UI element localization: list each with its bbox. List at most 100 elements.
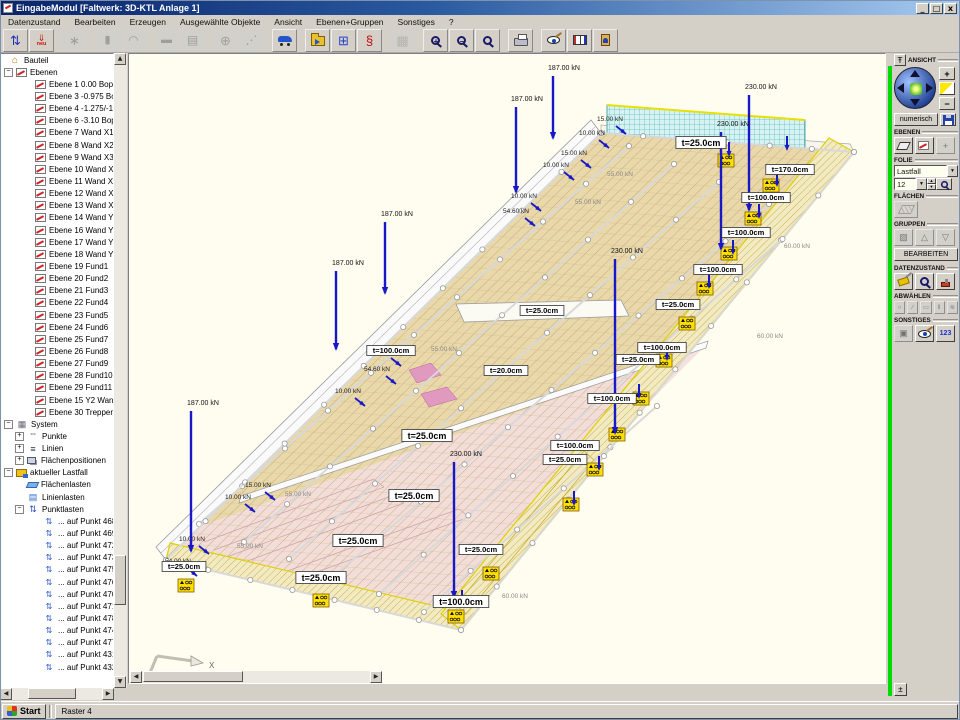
zoom-plus-button[interactable]: +	[939, 67, 955, 80]
tree-item-bauteil[interactable]: ⌂Bauteil	[1, 54, 113, 66]
canvas-scroll-right-icon[interactable]: ▶	[370, 671, 382, 683]
tree-item-ebene-9-wand-x3[interactable]: Ebene 9 Wand X3	[1, 151, 113, 163]
stuetze-button[interactable]: ▮	[95, 29, 120, 52]
expand-toggle-icon[interactable]: −	[4, 468, 13, 477]
rotate-up-icon[interactable]	[910, 70, 920, 77]
close-button[interactable]: x	[944, 3, 957, 14]
expand-toggle-icon[interactable]: +	[15, 444, 24, 453]
tree-item-ebene-27-fund9[interactable]: Ebene 27 Fund9	[1, 358, 113, 370]
tree-item-ebene-28-fund10[interactable]: Ebene 28 Fund10	[1, 370, 113, 382]
menu-ansicht[interactable]: Ansicht	[267, 16, 309, 28]
tree-item-auf-punkt-469[interactable]: ⇅... auf Punkt 469	[1, 527, 113, 539]
menu-ebenen-gruppen[interactable]: Ebenen+Gruppen	[309, 16, 390, 28]
tree-item-ebene-24-fund6[interactable]: Ebene 24 Fund6	[1, 321, 113, 333]
maximize-button[interactable]: □	[930, 3, 943, 14]
tree-item-auf-punkt-478[interactable]: ⇅... auf Punkt 478	[1, 612, 113, 624]
tree-item-system[interactable]: −▦System	[1, 418, 113, 430]
fahrzeug-lasten-button[interactable]	[272, 29, 297, 52]
menu-bearbeiten[interactable]: Bearbeiten	[67, 16, 122, 28]
model-canvas[interactable]: 15.00 kN10.00 kN55.00 kN15.00 kN10.00 kN…	[128, 53, 886, 684]
tree-item-auf-punkt-477[interactable]: ⇅... auf Punkt 477	[1, 637, 113, 649]
tree-item-ebene-7-wand-x1[interactable]: Ebene 7 Wand X1	[1, 127, 113, 139]
folie-number-value[interactable]: 12	[894, 178, 916, 190]
spin-down-icon[interactable]: ▼	[927, 184, 936, 190]
handbuch-button[interactable]	[567, 29, 592, 52]
expand-toggle-icon[interactable]: −	[4, 68, 13, 77]
polylinie-button[interactable]: ⋰	[239, 29, 264, 52]
tree-item-linien[interactable]: +≡Linien	[1, 443, 113, 455]
panel-collapse-button[interactable]: ±	[894, 683, 907, 696]
bogen-button[interactable]: ◠	[121, 29, 146, 52]
ansicht-neuzeichnen-button[interactable]	[541, 29, 566, 52]
pruefen-button[interactable]	[915, 273, 934, 290]
expand-toggle-icon[interactable]: +	[15, 456, 24, 465]
tree-item-flächenlasten[interactable]: Flächenlasten	[1, 479, 113, 491]
tree-item-auf-punkt-475[interactable]: ⇅... auf Punkt 475	[1, 564, 113, 576]
ebene-crosshair-button[interactable]: +	[936, 137, 955, 154]
scroll-down-icon[interactable]: ▼	[114, 676, 126, 688]
raster-button[interactable]: ▦	[390, 29, 415, 52]
abwahl-flaeche-button[interactable]: ▭	[920, 301, 931, 314]
chevron-down-icon[interactable]: ▼	[947, 165, 958, 177]
save-view-button[interactable]	[940, 113, 956, 126]
verschieben-button[interactable]: ⊕	[213, 29, 238, 52]
scroll-right-icon[interactable]: ▶	[102, 688, 114, 700]
scroll-up-icon[interactable]: ▲	[114, 53, 126, 65]
tree-item-ebene-20-fund2[interactable]: Ebene 20 Fund2	[1, 273, 113, 285]
tree-item-auf-punkt-472[interactable]: ⇅... auf Punkt 472	[1, 540, 113, 552]
bemassung-button[interactable]: ⊞	[331, 29, 356, 52]
tree-item-ebene-11-wand-x5[interactable]: Ebene 11 Wand X5	[1, 175, 113, 187]
tree-item-auf-punkt-468[interactable]: ⇅... auf Punkt 468	[1, 515, 113, 527]
canvas-horizontal-scrollbar[interactable]: ◀ ▶	[130, 671, 382, 683]
view-rotation-pad[interactable]	[894, 67, 936, 109]
zoom-minus-button[interactable]: −	[939, 97, 955, 110]
flaechen-button[interactable]	[894, 201, 918, 218]
tree-item-ebene-26-fund8[interactable]: Ebene 26 Fund8	[1, 345, 113, 357]
tree-item-ebene-30-treppenk[interactable]: Ebene 30 Treppenk	[1, 406, 113, 418]
nummern-button[interactable]: 123	[936, 325, 955, 342]
tree-hscroll-thumb[interactable]	[28, 688, 76, 699]
abwahl-linie-button[interactable]: ∕	[907, 301, 918, 314]
tree-horizontal-scrollbar[interactable]: ◀ ▶	[0, 688, 114, 700]
aufraeumen-button[interactable]	[894, 273, 913, 290]
normen-button[interactable]: §	[357, 29, 382, 52]
tree-item-ebene-22-fund4[interactable]: Ebene 22 Fund4	[1, 297, 113, 309]
werkzeug-button[interactable]: ∗	[62, 29, 87, 52]
tree-item-ebene-10-wand-x4[interactable]: Ebene 10 Wand X4	[1, 163, 113, 175]
beenden-button[interactable]	[593, 29, 618, 52]
pin-panel-button[interactable]: Ŧ	[894, 54, 906, 66]
stempeln-button[interactable]	[936, 273, 955, 290]
drucken-button[interactable]	[508, 29, 533, 52]
menu-datenzustand[interactable]: Datenzustand	[1, 16, 67, 28]
gruppe-flaeche-button[interactable]: ▧	[894, 229, 913, 246]
tree-item-ebene-25-fund7[interactable]: Ebene 25 Fund7	[1, 333, 113, 345]
tree-item-ebene-23-fund5[interactable]: Ebene 23 Fund5	[1, 309, 113, 321]
tree-item-aktueller-lastfall[interactable]: −aktueller Lastfall	[1, 467, 113, 479]
menu-sonstiges[interactable]: Sonstiges	[391, 16, 442, 28]
tree-item-ebene-19-fund1[interactable]: Ebene 19 Fund1	[1, 260, 113, 272]
tree-item-ebene-3-0-975-bop[interactable]: Ebene 3 -0.975 Bop	[1, 90, 113, 102]
tree-item-ebene-29-fund11[interactable]: Ebene 29 Fund11	[1, 382, 113, 394]
gruppe-ab-button[interactable]: ▽	[936, 229, 955, 246]
zoom-in-button[interactable]: +	[423, 29, 448, 52]
menu-ausgewählte-objekte[interactable]: Ausgewählte Objekte	[173, 16, 267, 28]
rotate-right-icon[interactable]	[926, 83, 933, 93]
numerisch-button[interactable]: numerisch	[894, 113, 938, 126]
folie-type-combo[interactable]: Lastfall ▼	[894, 165, 958, 177]
model-3d-view[interactable]: 15.00 kN10.00 kN55.00 kN15.00 kN10.00 kN…	[129, 54, 885, 683]
netz-button[interactable]: ▤	[180, 29, 205, 52]
tree-item-punktlasten[interactable]: −⇅Punktlasten	[1, 503, 113, 515]
tree-item-auf-punkt-431[interactable]: ⇅... auf Punkt 431	[1, 649, 113, 661]
folie-search-button[interactable]	[936, 178, 952, 190]
import-button[interactable]	[305, 29, 330, 52]
canvas-scroll-left-icon[interactable]: ◀	[130, 671, 142, 683]
tree-item-ebenen[interactable]: −Ebenen	[1, 66, 113, 78]
abwahl-alles-button[interactable]: ≋	[947, 301, 958, 314]
datenzustand-wechseln-button[interactable]: ⇅	[3, 29, 28, 52]
scroll-left-icon[interactable]: ◀	[0, 688, 12, 700]
task-raster4-button[interactable]: Raster 4	[55, 704, 958, 719]
view-center-icon[interactable]	[910, 83, 922, 95]
bearbeiten-button[interactable]: BEARBEITEN	[894, 248, 958, 261]
platte-button[interactable]: ▬	[154, 29, 179, 52]
expand-toggle-icon[interactable]: −	[15, 505, 24, 514]
